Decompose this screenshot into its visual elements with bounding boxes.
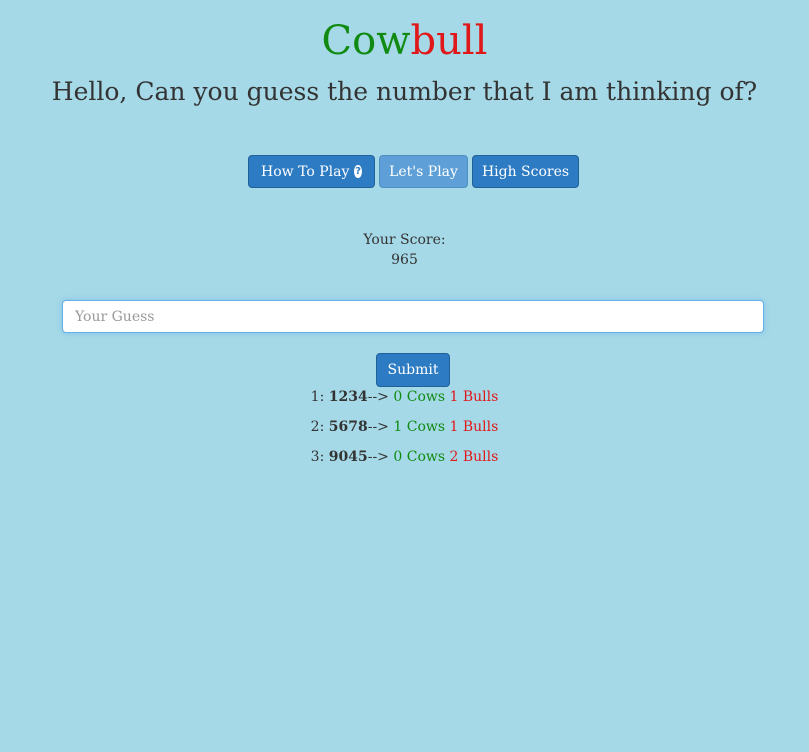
score-panel: Your Score: 965: [0, 230, 809, 270]
submit-button[interactable]: Submit: [376, 353, 450, 387]
title-cow: Cow: [321, 18, 411, 64]
history-cows: 0 Cows: [393, 389, 446, 405]
game-title: Cowbull: [0, 17, 809, 65]
history-guess: 5678: [328, 419, 368, 435]
question-circle-icon: ?: [354, 165, 362, 178]
how-to-play-button[interactable]: How To Play ?: [248, 155, 375, 188]
history-index: 1:: [310, 389, 325, 405]
history-index: 2:: [310, 419, 325, 435]
page-subtitle: Hello, Can you guess the number that I a…: [51, 77, 758, 106]
history-cows: 1 Cows: [393, 419, 446, 435]
history-arrow: -->: [367, 419, 389, 435]
guess-input[interactable]: [62, 300, 764, 333]
nav-buttons: How To Play ? Let's Play High Scores: [248, 155, 579, 188]
high-scores-button[interactable]: High Scores: [472, 155, 579, 188]
guess-history: 1: 1234--> 0 Cows 1 Bulls 2: 5678--> 1 C…: [0, 386, 809, 476]
history-item: 3: 9045--> 0 Cows 2 Bulls: [0, 446, 809, 476]
history-item: 1: 1234--> 0 Cows 1 Bulls: [0, 386, 809, 416]
history-index: 3:: [310, 449, 325, 465]
how-to-play-label: How To Play: [261, 163, 350, 180]
lets-play-button[interactable]: Let's Play: [379, 155, 468, 188]
score-label: Your Score:: [363, 232, 446, 248]
history-item: 2: 5678--> 1 Cows 1 Bulls: [0, 416, 809, 446]
history-arrow: -->: [367, 389, 389, 405]
title-bull: bull: [410, 18, 488, 64]
history-bulls: 2 Bulls: [449, 449, 499, 465]
score-value: 965: [391, 252, 418, 268]
history-guess: 1234: [328, 389, 368, 405]
history-bulls: 1 Bulls: [449, 389, 499, 405]
history-arrow: -->: [367, 449, 389, 465]
history-cows: 0 Cows: [393, 449, 446, 465]
history-bulls: 1 Bulls: [449, 419, 499, 435]
history-guess: 9045: [328, 449, 368, 465]
